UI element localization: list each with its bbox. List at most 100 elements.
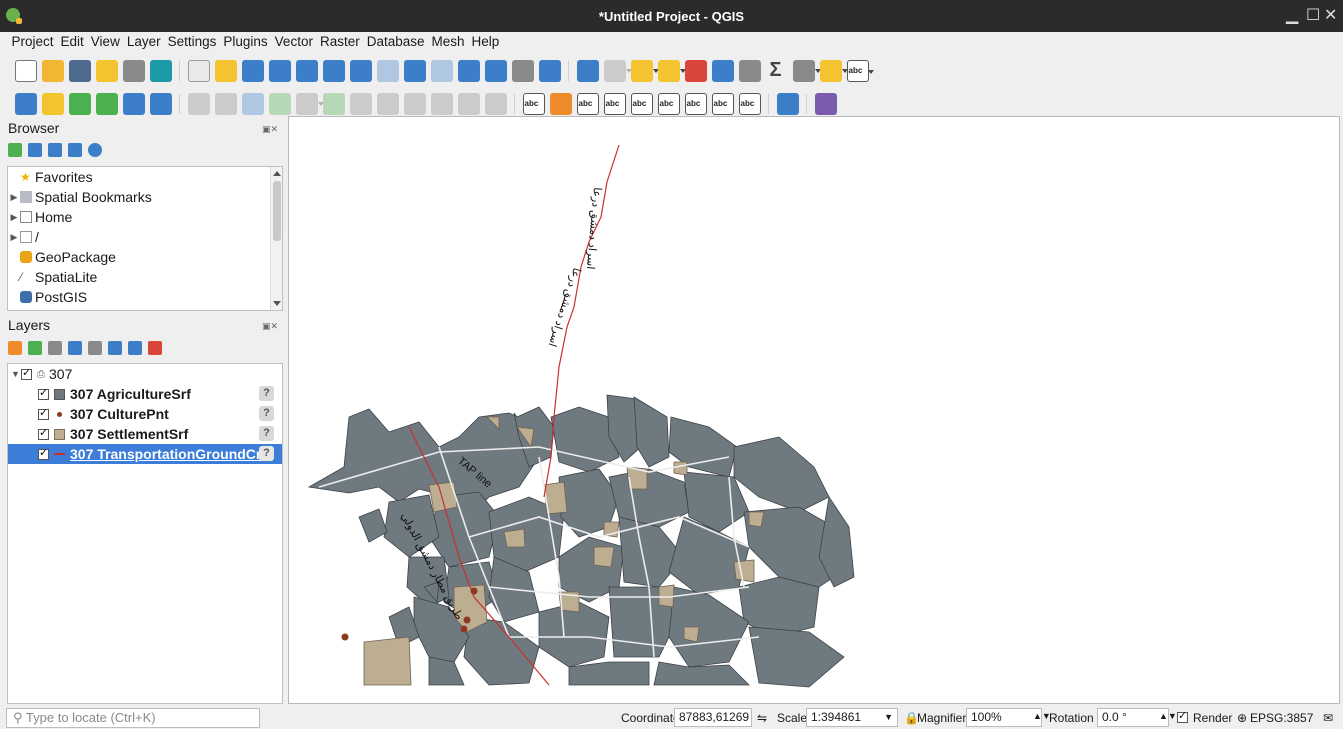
run-feature-action-icon[interactable] — [603, 59, 632, 82]
statistical-summary-icon[interactable] — [766, 59, 788, 82]
layer-item-agriculture[interactable]: 307 AgricultureSrf ? — [8, 384, 282, 404]
style-manager-icon[interactable] — [149, 59, 172, 82]
new-project-icon[interactable] — [14, 59, 37, 82]
add-feature-icon[interactable] — [268, 92, 291, 115]
browser-item-geopackage[interactable]: GeoPackage — [8, 247, 282, 267]
pan-to-selection-icon[interactable] — [214, 59, 237, 82]
pan-map-icon[interactable] — [187, 59, 210, 82]
refresh-icon[interactable] — [538, 59, 561, 82]
layer-item-transportation[interactable]: 307 TransportationGroundCrv ? — [8, 444, 282, 464]
python-console-icon[interactable] — [776, 92, 799, 115]
select-features-icon[interactable] — [630, 59, 659, 82]
manage-map-themes-icon[interactable] — [48, 341, 62, 355]
menu-project[interactable]: Project — [8, 32, 57, 52]
new-scratch-layer-icon[interactable] — [95, 92, 118, 115]
messages-icon[interactable]: ✉ — [1323, 711, 1333, 725]
menu-settings[interactable]: Settings — [164, 32, 220, 52]
menu-plugins[interactable]: Plugins — [220, 32, 271, 52]
zoom-native-icon[interactable] — [376, 59, 399, 82]
filter-legend-icon[interactable] — [68, 341, 82, 355]
menu-view[interactable]: View — [87, 32, 123, 52]
new-virtual-layer-icon[interactable] — [149, 92, 172, 115]
close-icon[interactable]: ✕ — [1324, 5, 1337, 25]
map-tips-icon[interactable] — [819, 59, 848, 82]
expand-arrow-icon[interactable]: ▶ — [8, 232, 20, 243]
temporal-controller-icon[interactable] — [511, 59, 534, 82]
zoom-to-selection-icon[interactable] — [322, 59, 345, 82]
help-contents-icon[interactable] — [814, 92, 837, 115]
toggle-label-display-icon[interactable] — [603, 92, 626, 115]
zoom-full-icon[interactable] — [295, 59, 318, 82]
save-edits-icon[interactable] — [241, 92, 264, 115]
layer-checkbox[interactable] — [38, 446, 49, 460]
layer-checkbox[interactable] — [38, 426, 49, 440]
new-3d-map-view-icon[interactable] — [484, 59, 507, 82]
expand-all-icon[interactable] — [108, 341, 122, 355]
save-project-icon[interactable] — [68, 59, 91, 82]
zoom-next-icon[interactable] — [430, 59, 453, 82]
spinner-arrows-icon[interactable]: ▲▼ — [1159, 711, 1177, 721]
pin-labels-icon[interactable] — [630, 92, 653, 115]
layer-checkbox[interactable] — [38, 386, 49, 400]
browser-scrollbar[interactable] — [270, 167, 282, 310]
refresh-browser-icon[interactable] — [28, 143, 42, 157]
layers-panel-float-close-icon[interactable]: ▣✕ — [262, 321, 278, 332]
layer-checkbox[interactable] — [38, 406, 49, 420]
rotate-label-icon[interactable] — [711, 92, 734, 115]
measure-line-icon[interactable] — [792, 59, 821, 82]
data-source-manager-icon[interactable] — [14, 92, 37, 115]
maximize-icon[interactable]: ☐ — [1306, 5, 1320, 25]
zoom-out-icon[interactable] — [268, 59, 291, 82]
layer-item-settlement[interactable]: 307 SettlementSrf ? — [8, 424, 282, 444]
add-group-icon[interactable] — [28, 341, 42, 355]
attribute-table-icon[interactable] — [711, 59, 734, 82]
select-by-value-icon[interactable] — [657, 59, 686, 82]
undo-icon[interactable] — [457, 92, 480, 115]
deselect-all-icon[interactable] — [684, 59, 707, 82]
magnifier-field[interactable]: 100% — [966, 708, 1042, 727]
new-map-view-icon[interactable] — [457, 59, 480, 82]
toggle-extents-icon[interactable]: ⇋ — [757, 711, 767, 725]
scale-dropdown[interactable]: 1:394861 ▼ — [806, 708, 898, 727]
new-shapefile-layer-icon[interactable] — [68, 92, 91, 115]
menu-raster[interactable]: Raster — [316, 32, 363, 52]
coordinate-field[interactable]: 87883,61269 — [674, 708, 752, 727]
locator-search-input[interactable]: ⚲ Type to locate (Ctrl+K) — [6, 708, 260, 728]
modify-attributes-icon[interactable] — [322, 92, 345, 115]
layer-diagram-options-icon[interactable] — [549, 92, 572, 115]
unknown-crs-icon[interactable]: ? — [259, 446, 274, 461]
collapse-all-icon[interactable] — [68, 143, 82, 157]
browser-item-spatialite[interactable]: ⁄ SpatiaLite — [8, 267, 282, 287]
remove-layer-icon[interactable] — [148, 341, 162, 355]
move-label-icon[interactable] — [684, 92, 707, 115]
highlight-pinned-labels-icon[interactable] — [576, 92, 599, 115]
browser-item-favorites[interactable]: ★ Favorites — [8, 167, 282, 187]
identify-features-icon[interactable] — [576, 59, 599, 82]
expand-arrow-icon[interactable]: ▶ — [8, 192, 20, 203]
change-label-icon[interactable] — [738, 92, 761, 115]
render-checkbox[interactable] — [1177, 709, 1188, 723]
delete-selected-icon[interactable] — [349, 92, 372, 115]
map-canvas[interactable]: اسراد دمشق درعا اسراد دمشق درعا TAP line… — [288, 116, 1340, 704]
toggle-editing-icon[interactable] — [214, 92, 237, 115]
layer-group-307[interactable]: ▼ ⎙ 307 — [8, 364, 282, 384]
add-selected-layers-icon[interactable] — [8, 143, 22, 157]
layer-group-checkbox[interactable] — [21, 366, 32, 380]
text-annotation-icon[interactable] — [846, 59, 874, 82]
map-svg[interactable]: اسراد دمشق درعا اسراد دمشق درعا TAP line… — [289, 117, 1340, 704]
menu-layer[interactable]: Layer — [123, 32, 164, 52]
browser-panel-float-close-icon[interactable]: ▣✕ — [262, 124, 278, 135]
labeling-options-icon[interactable] — [522, 92, 545, 115]
current-edits-icon[interactable] — [187, 92, 210, 115]
browser-item-postgis[interactable]: PostGIS — [8, 287, 282, 307]
minimize-icon[interactable]: ▁ — [1286, 5, 1298, 25]
menu-mesh[interactable]: Mesh — [428, 32, 468, 52]
new-geopackage-layer-icon[interactable] — [41, 92, 64, 115]
zoom-to-layer-icon[interactable] — [349, 59, 372, 82]
zoom-last-icon[interactable] — [403, 59, 426, 82]
browser-item-home[interactable]: ▶ Home — [8, 207, 282, 227]
field-calculator-icon[interactable] — [738, 59, 761, 82]
open-project-icon[interactable] — [41, 59, 64, 82]
browser-item-root[interactable]: ▶ / — [8, 227, 282, 247]
menu-edit[interactable]: Edit — [57, 32, 87, 52]
